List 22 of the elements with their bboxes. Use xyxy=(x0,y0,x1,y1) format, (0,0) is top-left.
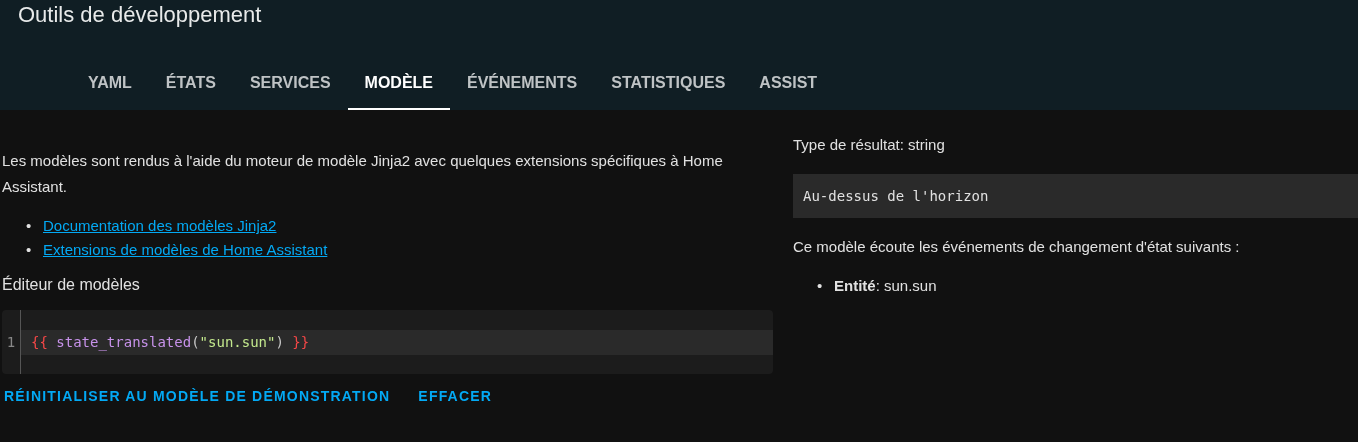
reset-button[interactable]: RÉINITIALISER AU MODÈLE DE DÉMONSTRATION xyxy=(2,382,393,410)
clear-button[interactable]: EFFACER xyxy=(416,382,495,410)
page-title: Outils de développement xyxy=(17,1,263,29)
tab[interactable]: MODÈLE xyxy=(347,58,450,110)
tab[interactable]: YAML xyxy=(71,58,149,110)
listeners-text: Ce modèle écoute les événements de changement d'état suivants : xyxy=(793,237,1241,257)
tab[interactable]: ASSIST xyxy=(742,58,835,110)
bullet: • xyxy=(26,240,33,260)
documentation-link[interactable]: Documentation des modèles Jinja2 xyxy=(43,217,277,234)
code-editor[interactable]: 1 {{ state_translated("sun.sun") }} xyxy=(2,310,773,374)
tab[interactable]: SERVICES xyxy=(232,58,348,110)
result-type: Type de résultat: string xyxy=(793,135,946,155)
listener-entity: Entité: sun.sun xyxy=(834,277,937,294)
bullet: • xyxy=(26,216,33,236)
tab[interactable]: ÉVÉNEMENTS xyxy=(450,58,595,110)
tab[interactable]: ÉTATS xyxy=(148,58,233,110)
editor-label: Éditeur de modèles xyxy=(2,276,141,294)
result-output: Au-dessus de l'horizon xyxy=(793,174,1358,218)
documentation-link[interactable]: Extensions de modèles de Home Assistant xyxy=(43,241,328,258)
bullet: • xyxy=(817,276,824,296)
intro-text: Les modèles sont rendus à l'aide du moteur de modèle Jinja2 avec quelques extensions spécifiques à Home Assistant. xyxy=(2,151,724,197)
tab[interactable]: STATISTIQUES xyxy=(594,58,743,110)
